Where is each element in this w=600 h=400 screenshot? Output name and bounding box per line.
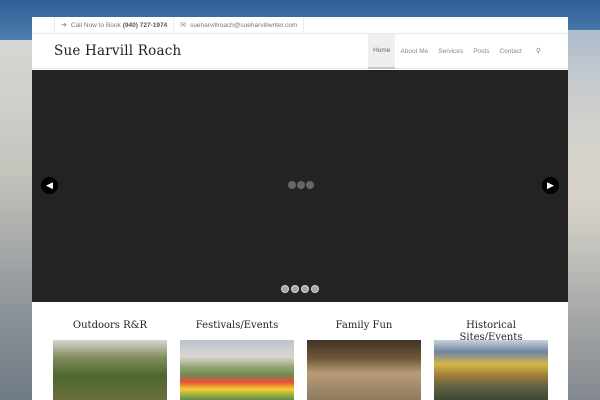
- category-title[interactable]: Historical Sites/Events: [434, 320, 548, 343]
- nav-contact[interactable]: Contact: [494, 34, 526, 69]
- top-contact-bar: ➜ Call Now to Book (940) 727-1974 ✉ sueh…: [32, 16, 568, 34]
- hero-slider: ◀ ▶: [32, 70, 568, 302]
- background-clouds-left: [0, 40, 34, 400]
- site-logo[interactable]: Sue Harvill Roach: [32, 43, 181, 59]
- nav-about-me[interactable]: About Me: [395, 34, 433, 69]
- category-image-family-fun[interactable]: [307, 340, 421, 400]
- slider-loading-indicator: [288, 181, 314, 189]
- category-title[interactable]: Outdoors R&R: [53, 320, 167, 340]
- search-icon[interactable]: ⚲: [527, 34, 546, 69]
- page-container: ➜ Call Now to Book (940) 727-1974 ✉ sueh…: [32, 16, 568, 400]
- slider-dot-1[interactable]: [281, 285, 289, 293]
- slider-prev-button[interactable]: ◀: [41, 177, 58, 194]
- phone-label: Call Now to Book: [70, 21, 121, 29]
- phone-arrow-icon: ➜: [61, 22, 67, 29]
- main-nav: Home About Me Services Posts Contact ⚲: [368, 33, 546, 69]
- background-clouds-right: [566, 30, 600, 400]
- envelope-icon: ✉: [180, 22, 187, 29]
- category-historical[interactable]: Historical Sites/Events: [434, 320, 548, 400]
- site-header: Sue Harvill Roach Home About Me Services…: [32, 33, 568, 69]
- loader-dot: [306, 181, 314, 189]
- category-festivals[interactable]: Festivals/Events: [180, 320, 294, 400]
- category-image-outdoors[interactable]: [53, 340, 167, 400]
- phone-number[interactable]: (940) 727-1974: [123, 22, 167, 29]
- nav-home[interactable]: Home: [368, 33, 396, 69]
- slider-pagination: [281, 285, 319, 293]
- category-title[interactable]: Festivals/Events: [180, 320, 294, 340]
- phone-contact[interactable]: ➜ Call Now to Book (940) 727-1974: [54, 16, 173, 34]
- nav-posts[interactable]: Posts: [468, 34, 494, 69]
- category-title[interactable]: Family Fun: [307, 320, 421, 340]
- slider-next-button[interactable]: ▶: [542, 177, 559, 194]
- category-image-festivals[interactable]: [180, 340, 294, 400]
- slider-dot-4[interactable]: [311, 285, 319, 293]
- category-section: Outdoors R&R Festivals/Events Family Fun…: [32, 320, 568, 400]
- email-address[interactable]: sueharvillroach@sueharvillwriter.com: [190, 22, 297, 29]
- slider-dot-2[interactable]: [291, 285, 299, 293]
- slider-dot-3[interactable]: [301, 285, 309, 293]
- loader-dot: [288, 181, 296, 189]
- nav-services[interactable]: Services: [433, 34, 468, 69]
- category-outdoors[interactable]: Outdoors R&R: [53, 320, 167, 400]
- category-image-historical[interactable]: [434, 340, 548, 400]
- loader-dot: [297, 181, 305, 189]
- category-family-fun[interactable]: Family Fun: [307, 320, 421, 400]
- email-contact[interactable]: ✉ sueharvillroach@sueharvillwriter.com: [173, 16, 305, 34]
